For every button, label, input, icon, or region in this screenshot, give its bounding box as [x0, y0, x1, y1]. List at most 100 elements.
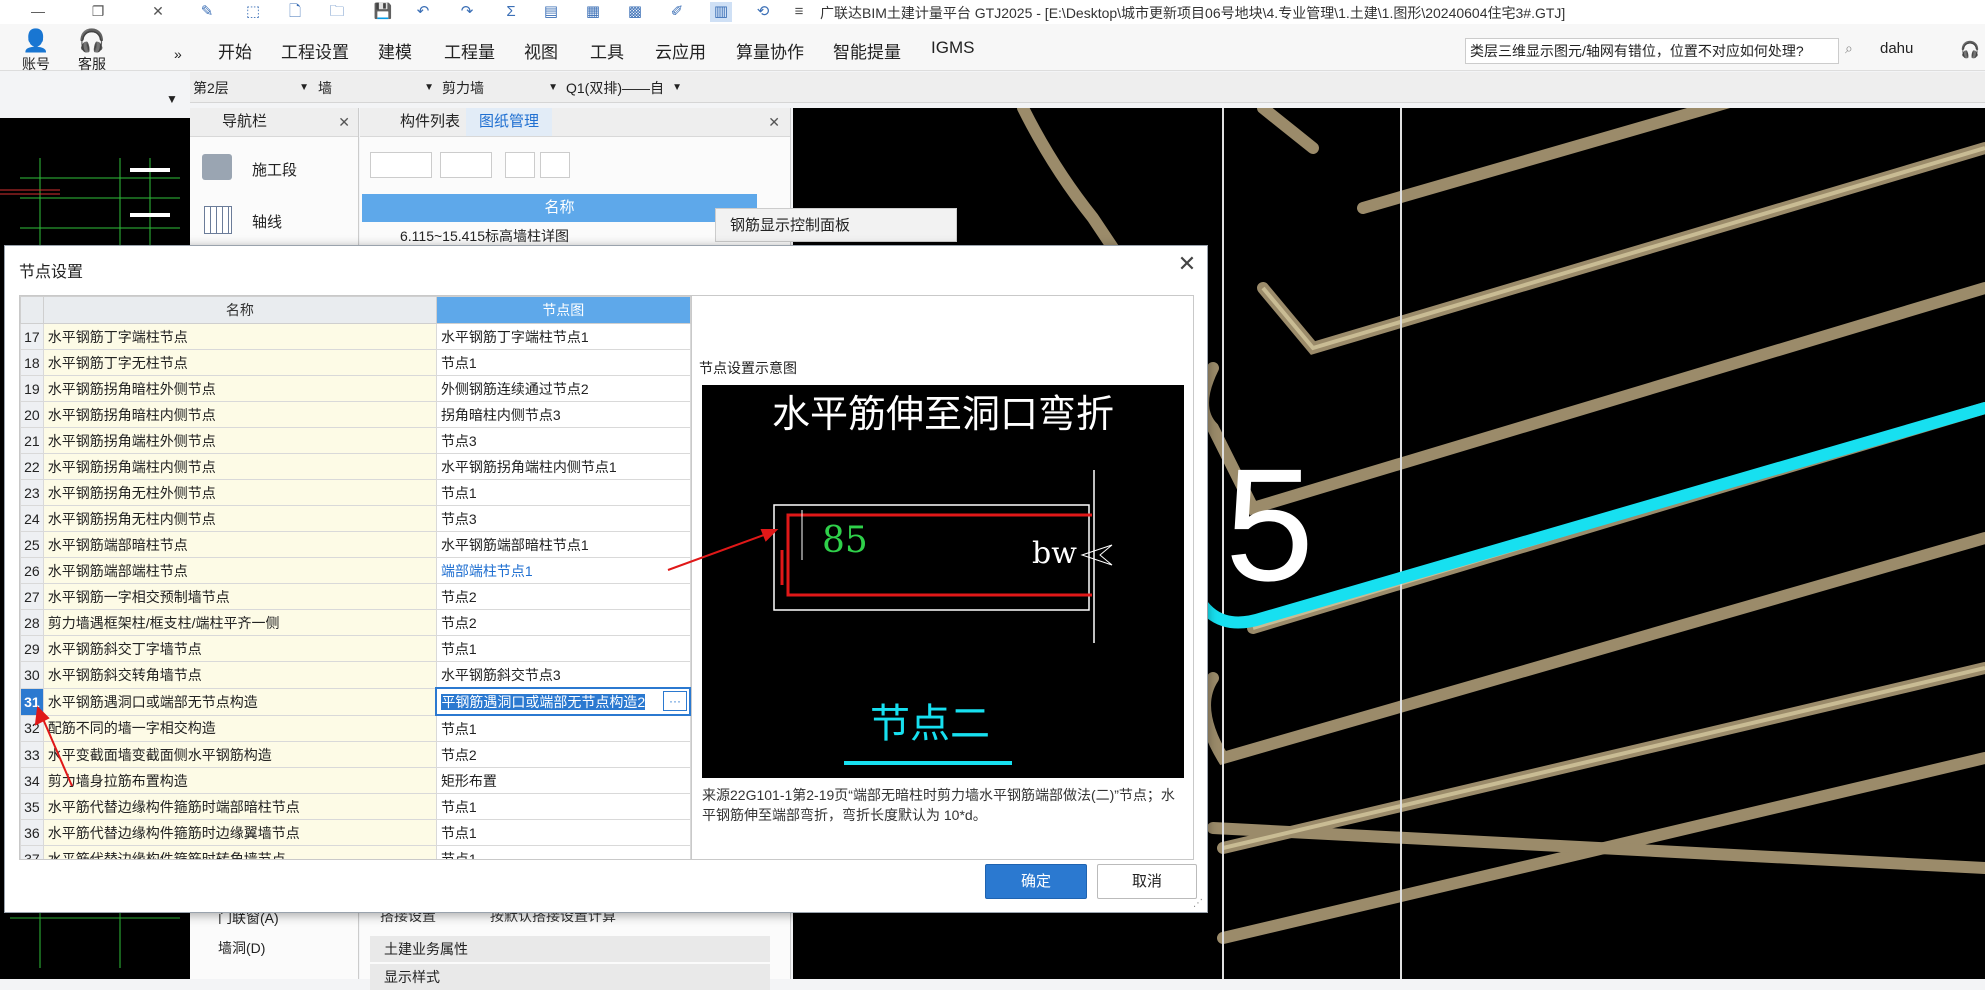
headset-small-icon[interactable]: 🎧 [1960, 40, 1980, 60]
table-row[interactable]: 21 水平钢筋拐角端柱外侧节点 节点3 [20, 427, 691, 454]
nav-item-construction-section[interactable]: 施工段 [252, 159, 297, 180]
menu-smart[interactable]: 智能提量 [833, 38, 901, 63]
cancel-button[interactable]: 取消 [1097, 864, 1197, 899]
node-value-cell[interactable]: 外侧钢筋连续通过节点2 [435, 375, 691, 402]
table-row[interactable]: 17 水平钢筋丁字端柱节点 水平钢筋丁字端柱节点1 [20, 323, 691, 350]
table-row[interactable]: 20 水平钢筋拐角暗柱内侧节点 拐角暗柱内侧节点3 [20, 401, 691, 428]
node-value-cell[interactable]: 节点1 [435, 479, 691, 506]
node-value-cell[interactable]: 节点2 [435, 609, 691, 636]
rebar-display-control-panel[interactable]: 钢筋显示控制面板 [715, 208, 957, 242]
node-value-cell[interactable]: 水平钢筋拐角端柱内侧节点1 [435, 453, 691, 480]
redo-icon[interactable]: ↷ [456, 2, 478, 22]
node-value-cell[interactable]: 节点1 [435, 635, 691, 662]
pen-icon[interactable]: ✐ [666, 2, 688, 22]
restore-button[interactable]: ❐ [80, 0, 116, 24]
node-value-cell[interactable]: 节点1 [435, 349, 691, 376]
nav-item-axis[interactable]: 轴线 [252, 211, 282, 232]
table-row[interactable]: 22 水平钢筋拐角端柱内侧节点 水平钢筋拐角端柱内侧节点1 [20, 453, 691, 480]
prop-group-civil[interactable]: 土建业务属性 [370, 936, 770, 962]
table-row[interactable]: 32 配筋不同的墙一字相交构造 节点1 [20, 714, 691, 742]
tab-component-list[interactable]: 构件列表 [400, 108, 460, 136]
sum-icon[interactable]: Σ [500, 2, 522, 22]
minimize-button[interactable]: — [20, 0, 56, 24]
node-value-cell[interactable]: 节点1 [435, 819, 691, 846]
service-button[interactable]: 🎧 客服 [70, 28, 114, 74]
layout-icon[interactable]: ▥ [710, 2, 732, 22]
table-row[interactable]: 31 水平钢筋遇洞口或端部无节点构造 平钢筋遇洞口或端部无节点构造2 ··· [20, 687, 691, 716]
table-row[interactable]: 28 剪力墙遇框架柱/框支柱/端柱平齐一侧 节点2 [20, 609, 691, 636]
resize-grip-icon[interactable]: ⋰ [1193, 898, 1203, 909]
close-icon[interactable]: ✕ [338, 108, 350, 136]
table-row[interactable]: 30 水平钢筋斜交转角墙节点 水平钢筋斜交节点3 [20, 661, 691, 689]
sync-icon[interactable]: ⟲ [752, 2, 774, 22]
menu-igms[interactable]: IGMS [931, 38, 974, 58]
close-icon[interactable]: ✕ [768, 108, 780, 136]
table-row[interactable]: 24 水平钢筋拐角无柱内侧节点 节点3 [20, 505, 691, 532]
node-value-cell[interactable]: 节点3 [435, 505, 691, 532]
menu-view[interactable]: 视图 [524, 38, 558, 63]
save-icon[interactable]: 💾 [372, 2, 394, 22]
open-folder-icon[interactable]: 🗀 [326, 2, 348, 22]
node-value-cell[interactable]: 端部端柱节点1 [435, 557, 691, 584]
grid-icon[interactable]: ▦ [582, 2, 604, 22]
node-value-cell[interactable]: 矩形布置 [435, 767, 691, 794]
node-value-cell[interactable]: 节点2 [435, 741, 691, 768]
undo-icon[interactable]: ↶ [412, 2, 434, 22]
floor-select[interactable]: 第2层 ▼ [193, 77, 311, 99]
item-select[interactable]: Q1(双排)——自 ▼ [566, 77, 684, 99]
menu-start[interactable]: 开始 [218, 38, 252, 63]
copy-drawing-button[interactable] [505, 152, 535, 178]
drawing-row[interactable]: 6.115~15.415标高墙柱详图 [400, 226, 569, 246]
close-icon[interactable]: ✕ [1175, 252, 1199, 276]
quick-icon-1[interactable]: ⬚ [242, 2, 264, 22]
menu-collab[interactable]: 算量协作 [736, 38, 804, 63]
menu-modeling[interactable]: 建模 [378, 38, 412, 63]
table-row[interactable]: 29 水平钢筋斜交丁字墙节点 节点1 [20, 635, 691, 662]
menu-project-settings[interactable]: 工程设置 [281, 38, 349, 63]
grid-edit-icon[interactable]: ▩ [624, 2, 646, 22]
node-value-cell[interactable]: 水平钢筋斜交节点3 [435, 661, 691, 689]
ok-button[interactable]: 确定 [985, 864, 1087, 899]
table-row[interactable]: 26 水平钢筋端部端柱节点 端部端柱节点1 [20, 557, 691, 584]
search-icon[interactable]: ⌕ [1845, 40, 1853, 57]
table-row[interactable]: 35 水平筋代替边缘构件箍筋时端部暗柱节点 节点1 [20, 793, 691, 820]
table-row[interactable]: 19 水平钢筋拐角暗柱外侧节点 外侧钢筋连续通过节点2 [20, 375, 691, 402]
node-value-cell[interactable]: 节点2 [435, 583, 691, 610]
table-row[interactable]: 18 水平钢筋丁字无柱节点 节点1 [20, 349, 691, 376]
menu-cloud[interactable]: 云应用 [655, 38, 706, 63]
table-row[interactable]: 37 水平筋代替边缘构件箍筋时转角墙节点 节点1 [20, 845, 691, 859]
node-value-cell[interactable]: 节点3 [435, 427, 691, 454]
node-value-cell[interactable]: 节点1 [435, 845, 691, 859]
table-row[interactable]: 27 水平钢筋一字相交预制墙节点 节点2 [20, 583, 691, 610]
table-row[interactable]: 33 水平变截面墙变截面侧水平钢筋构造 节点2 [20, 741, 691, 768]
collapse-down-icon[interactable]: ▼ [166, 92, 178, 106]
node-value-cell[interactable]: 水平钢筋端部暗柱节点1 [435, 531, 691, 558]
account-button[interactable]: 👤 账号 [14, 28, 58, 74]
nav-item-wall-hole[interactable]: 墙洞(D) [218, 938, 265, 958]
table-row[interactable]: 23 水平钢筋拐角无柱外侧节点 节点1 [20, 479, 691, 506]
help-search-input[interactable]: 类层三维显示图元/轴网有错位，位置不对应如何处理? [1465, 38, 1839, 64]
delete-icon[interactable] [540, 152, 570, 178]
new-file-icon[interactable]: 🗋 [284, 2, 306, 22]
menu-quantity[interactable]: 工程量 [444, 38, 495, 63]
expand-chevron-icon[interactable]: » [174, 46, 182, 62]
prop-group-display[interactable]: 显示样式 [370, 964, 770, 990]
customize-icon[interactable]: ≡ [788, 2, 810, 22]
node-value-cell[interactable]: 水平钢筋丁字端柱节点1 [435, 323, 691, 350]
tab-drawing-management[interactable]: 图纸管理 [466, 108, 552, 136]
node-value-cell[interactable]: 节点1 [435, 714, 691, 742]
subtype-select[interactable]: 剪力墙 ▼ [442, 77, 560, 99]
table-row[interactable]: 36 水平筋代替边缘构件箍筋时边缘翼墙节点 节点1 [20, 819, 691, 846]
report-icon[interactable]: ▤ [540, 2, 562, 22]
node-value-cell[interactable]: 拐角暗柱内侧节点3 [435, 401, 691, 428]
edit-drawing-button[interactable] [440, 152, 492, 178]
node-value-cell[interactable]: 节点1 [435, 793, 691, 820]
ellipsis-button[interactable]: ··· [663, 691, 687, 711]
table-row[interactable]: 25 水平钢筋端部暗柱节点 水平钢筋端部暗柱节点1 [20, 531, 691, 558]
table-row[interactable]: 34 剪力墙身拉筋布置构造 矩形布置 [20, 767, 691, 794]
node-value-cell[interactable]: 平钢筋遇洞口或端部无节点构造2 ··· [435, 687, 691, 716]
close-window-button[interactable]: ✕ [140, 0, 176, 24]
user-name[interactable]: dahu [1880, 40, 1913, 57]
type-select[interactable]: 墙 ▼ [318, 77, 436, 99]
add-drawing-button[interactable] [370, 152, 432, 178]
